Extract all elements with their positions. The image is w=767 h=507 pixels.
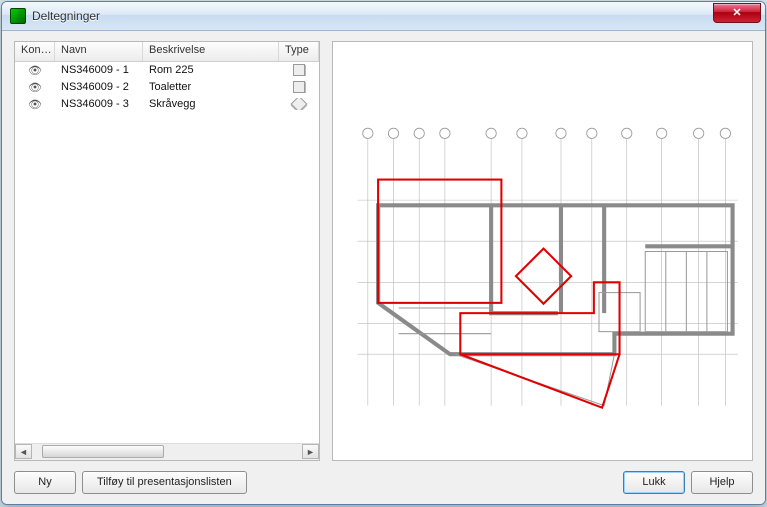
tilfoy-button[interactable]: Tilføy til presentasjonslisten <box>82 471 247 494</box>
close-icon: ✕ <box>732 6 741 19</box>
scroll-right-icon[interactable]: ► <box>302 444 319 459</box>
app-icon <box>10 8 26 24</box>
col-type[interactable]: Type <box>279 42 319 61</box>
rect-icon <box>293 81 305 93</box>
close-button[interactable]: ✕ <box>713 3 761 23</box>
table-row[interactable]: 👁 NS346009 - 3 Skråvegg <box>15 96 319 113</box>
col-navn[interactable]: Navn <box>55 42 143 61</box>
titlebar[interactable]: Deltegninger ✕ <box>2 2 765 31</box>
table-body: 👁 NS346009 - 1 Rom 225 👁 NS346009 - 2 To… <box>15 62 319 113</box>
table-header: Kon… Navn Beskrivelse Type <box>15 42 319 62</box>
col-kontroll[interactable]: Kon… <box>15 42 55 61</box>
rect-icon <box>293 64 305 76</box>
drawings-table: Kon… Navn Beskrivelse Type 👁 NS346009 - … <box>15 42 319 443</box>
diamond-icon <box>291 98 308 110</box>
window-title: Deltegninger <box>32 9 713 23</box>
lukk-button[interactable]: Lukk <box>623 471 685 494</box>
cell-besk: Toaletter <box>143 81 279 93</box>
cell-besk: Rom 225 <box>143 64 279 76</box>
table-row[interactable]: 👁 NS346009 - 1 Rom 225 <box>15 62 319 79</box>
cell-navn: NS346009 - 1 <box>55 64 143 76</box>
horizontal-scrollbar[interactable]: ◄ ► <box>15 443 319 460</box>
scroll-thumb[interactable] <box>42 445 164 458</box>
dialog-window: Deltegninger ✕ Kon… Navn Beskrivelse Typ… <box>1 1 766 505</box>
list-panel: Kon… Navn Beskrivelse Type 👁 NS346009 - … <box>14 41 320 461</box>
ny-button[interactable]: Ny <box>14 471 76 494</box>
cell-besk: Skråvegg <box>143 98 279 110</box>
button-bar: Ny Tilføy til presentasjonslisten Lukk H… <box>2 469 765 504</box>
floor-plan-preview <box>337 46 748 461</box>
content-area: Kon… Navn Beskrivelse Type 👁 NS346009 - … <box>2 31 765 469</box>
cell-navn: NS346009 - 3 <box>55 98 143 110</box>
eye-icon: 👁 <box>28 98 42 111</box>
cell-navn: NS346009 - 2 <box>55 81 143 93</box>
scroll-left-icon[interactable]: ◄ <box>15 444 32 459</box>
eye-icon: 👁 <box>28 64 42 77</box>
eye-icon: 👁 <box>28 81 42 94</box>
scroll-track[interactable] <box>32 444 302 459</box>
hjelp-button[interactable]: Hjelp <box>691 471 753 494</box>
preview-panel <box>332 41 753 461</box>
col-beskrivelse[interactable]: Beskrivelse <box>143 42 279 61</box>
table-row[interactable]: 👁 NS346009 - 2 Toaletter <box>15 79 319 96</box>
